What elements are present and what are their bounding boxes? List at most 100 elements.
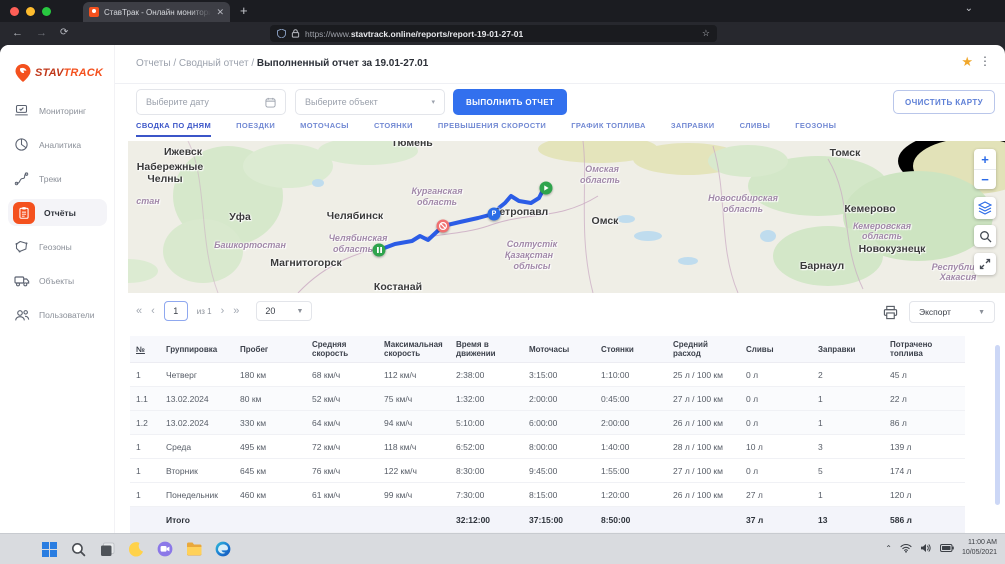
close-window-button[interactable]: [10, 7, 19, 16]
pause-marker[interactable]: [373, 244, 386, 257]
breadcrumb-summary-report[interactable]: Сводный отчет: [179, 58, 249, 69]
table-row[interactable]: 1.213.02.2024330 км64 км/ч94 км/ч5:10:00…: [130, 411, 965, 435]
window-controls[interactable]: [10, 7, 51, 16]
first-page-button[interactable]: «: [136, 305, 142, 317]
sidebar-item-мониторинг[interactable]: Мониторинг: [8, 97, 107, 124]
site-favicon: [89, 7, 99, 17]
browser-tab[interactable]: СтавТрак - Онлайн мониторинг ✕: [83, 2, 230, 22]
table-row[interactable]: 1Четверг180 км68 км/ч112 км/ч2:38:003:15…: [130, 363, 965, 387]
column-header[interactable]: Пробег: [234, 336, 306, 363]
edge-browser-icon[interactable]: [214, 540, 232, 558]
column-header[interactable]: Максимальная скорость: [378, 336, 450, 363]
column-header[interactable]: Группировка: [160, 336, 234, 363]
report-tab[interactable]: СТОЯНКИ: [374, 121, 413, 137]
column-header[interactable]: Заправки: [812, 336, 884, 363]
sidebar-item-треки[interactable]: Треки: [8, 165, 107, 192]
table-cell: Итого: [160, 507, 234, 533]
new-tab-button[interactable]: +: [240, 3, 248, 18]
map[interactable]: ТюменьИжевскНабережныеЧелныстанУфаБашкор…: [128, 141, 1005, 293]
chat-app-icon[interactable]: [156, 540, 174, 558]
url-bar[interactable]: https://www.stavtrack.online/reports/rep…: [270, 25, 717, 42]
object-select[interactable]: Выберите объект ▾: [295, 89, 445, 115]
search-icon[interactable]: [979, 230, 992, 243]
table-cell: 8:30:00: [450, 459, 523, 483]
run-report-button[interactable]: ВЫПОЛНИТЬ ОТЧЕТ: [453, 89, 567, 115]
sidebar-item-пользователи[interactable]: Пользователи: [8, 301, 107, 328]
favorite-star-icon[interactable]: ★: [961, 54, 973, 70]
map-label-region: Кемеровская: [853, 221, 911, 231]
report-tab[interactable]: СЛИВЫ: [740, 121, 771, 137]
volume-icon[interactable]: [920, 543, 932, 553]
report-tab[interactable]: ЗАПРАВКИ: [671, 121, 715, 137]
taskbar-clock[interactable]: 11:00 AM 10/05/2021: [962, 538, 997, 558]
table-row[interactable]: 1Понедельник460 км61 км/ч99 км/ч7:30:008…: [130, 483, 965, 507]
layers-icon[interactable]: [978, 201, 992, 215]
table-total-row[interactable]: Итого32:12:0037:15:008:50:0037 л13586 л: [130, 507, 965, 533]
sidebar-item-аналитика[interactable]: Аналитика: [8, 131, 107, 158]
page-number-input[interactable]: 1: [164, 301, 188, 321]
start-button[interactable]: [40, 540, 58, 558]
zoom-in-button[interactable]: +: [974, 149, 996, 169]
lock-icon[interactable]: [291, 29, 300, 38]
table-cell: [306, 507, 378, 533]
column-header[interactable]: Сливы: [740, 336, 812, 363]
forward-button[interactable]: →: [36, 28, 47, 39]
table-cell: 1: [130, 459, 160, 483]
last-page-button[interactable]: »: [233, 305, 239, 317]
sidebar-item-объекты[interactable]: Объекты: [8, 267, 107, 294]
sidebar-item-отчёты[interactable]: Отчёты: [8, 199, 107, 226]
report-tab[interactable]: ГЕОЗОНЫ: [795, 121, 836, 137]
breadcrumb-reports[interactable]: Отчеты: [136, 58, 171, 69]
print-button[interactable]: [879, 301, 901, 323]
stavtrack-logo[interactable]: STAVTRACK: [14, 63, 103, 83]
moon-app-icon[interactable]: [127, 540, 145, 558]
table-row[interactable]: 1Вторник645 км76 км/ч122 км/ч8:30:009:45…: [130, 459, 965, 483]
column-header[interactable]: №: [130, 336, 160, 363]
report-tab[interactable]: ГРАФИК ТОПЛИВА: [571, 121, 646, 137]
table-cell: 68 км/ч: [306, 363, 378, 387]
calendar-icon[interactable]: [265, 97, 276, 108]
tab-list-chevron-icon[interactable]: ⌄: [965, 3, 973, 14]
tray-chevron-icon[interactable]: ⌃: [885, 544, 892, 553]
table-row[interactable]: 1Среда495 км72 км/ч118 км/ч6:52:008:00:0…: [130, 435, 965, 459]
sidebar-item-геозоны[interactable]: Геозоны: [8, 233, 107, 260]
clear-map-button[interactable]: ОЧИСТИТЬ КАРТУ: [893, 90, 995, 114]
report-tab[interactable]: ПОЕЗДКИ: [236, 121, 275, 137]
zoom-out-button[interactable]: −: [974, 169, 996, 189]
column-header[interactable]: Средняя скорость: [306, 336, 378, 363]
reload-button[interactable]: ⟳: [60, 28, 68, 38]
play-marker[interactable]: [540, 182, 553, 195]
prev-page-button[interactable]: ‹: [151, 305, 155, 317]
date-picker-input[interactable]: Выберите дату: [136, 89, 286, 115]
next-page-button[interactable]: ›: [221, 305, 225, 317]
wifi-icon[interactable]: [900, 543, 912, 553]
file-explorer-icon[interactable]: [185, 540, 203, 558]
printer-icon: [883, 305, 898, 320]
column-header[interactable]: Средний расход: [667, 336, 740, 363]
column-header[interactable]: Потрачено топлива: [884, 336, 965, 363]
bookmark-star-icon[interactable]: ☆: [702, 28, 710, 39]
column-header[interactable]: Стоянки: [595, 336, 667, 363]
report-tab[interactable]: МОТОЧАСЫ: [300, 121, 349, 137]
report-tab[interactable]: ПРЕВЫШЕНИЯ СКОРОСТИ: [438, 121, 546, 137]
page-size-select[interactable]: 20 ▼: [256, 301, 312, 321]
column-header[interactable]: Время в движении: [450, 336, 523, 363]
task-view-icon[interactable]: [98, 540, 116, 558]
back-button[interactable]: ←: [12, 28, 23, 39]
map-label-region: область: [723, 204, 763, 214]
map-label-region: Қазақстан: [505, 250, 553, 260]
kebab-menu-icon[interactable]: ⋮: [979, 54, 992, 68]
tracking-shield-icon[interactable]: [277, 29, 286, 38]
report-tab[interactable]: СВОДКА ПО ДНЯМ: [136, 121, 211, 137]
column-header[interactable]: Моточасы: [523, 336, 595, 363]
scrollbar-thumb[interactable]: [995, 345, 1000, 505]
no-entry-marker[interactable]: [437, 220, 450, 233]
close-tab-icon[interactable]: ✕: [216, 8, 224, 17]
maximize-window-button[interactable]: [42, 7, 51, 16]
export-dropdown[interactable]: Экспорт ▼: [909, 301, 995, 323]
minimize-window-button[interactable]: [26, 7, 35, 16]
table-row[interactable]: 1.113.02.202480 км52 км/ч75 км/ч1:32:002…: [130, 387, 965, 411]
parking-marker[interactable]: P: [488, 208, 501, 221]
expand-icon[interactable]: [979, 258, 991, 270]
taskbar-search-icon[interactable]: [69, 540, 87, 558]
